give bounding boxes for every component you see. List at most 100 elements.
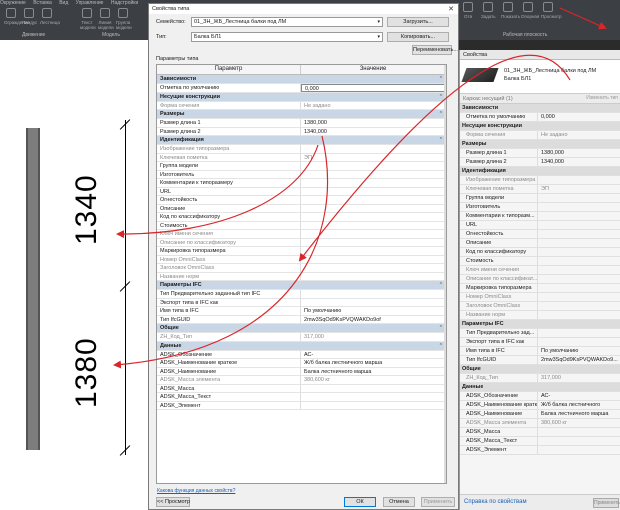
property-value[interactable] [538, 221, 620, 229]
ramp-button[interactable]: Пандус [22, 8, 37, 25]
property-row[interactable]: ADSK_Масса [460, 428, 620, 437]
model-line-button[interactable]: Линия модели [98, 8, 114, 30]
section-header[interactable]: Несущие конструкции ⌃ [157, 92, 446, 102]
property-value[interactable]: По умолчанию [538, 347, 620, 355]
section-header[interactable]: Размеры [460, 140, 620, 149]
property-row[interactable]: Код по классификатору [157, 213, 446, 222]
family-combo[interactable]: 01_ЗН_ЖБ_Лестница балки под ЛМ ▾ [191, 17, 383, 27]
property-value[interactable]: Балка лестничного марша [301, 368, 446, 376]
load-button[interactable]: Загрузить... [387, 17, 449, 27]
property-row[interactable]: ZH_Код_Тип 317,000 [157, 333, 446, 342]
property-value[interactable] [538, 437, 620, 445]
section-header[interactable]: Данные [460, 383, 620, 392]
column-header-parameter[interactable]: Параметр [157, 65, 301, 74]
property-row[interactable]: Форма сечения Не задано [460, 131, 620, 140]
property-row[interactable]: Изображение типоразмера [460, 176, 620, 185]
viewer-button[interactable]: Просмотр [541, 2, 562, 19]
property-row[interactable]: Изготовитель [157, 170, 446, 179]
railing-button[interactable]: Ограждение [4, 8, 30, 25]
property-value[interactable]: АС- [301, 351, 446, 359]
section-header[interactable]: Несущие конструкции [460, 122, 620, 131]
section-header[interactable]: Размеры ⌃ [157, 110, 446, 119]
chevron-up-icon[interactable]: ⌃ [439, 94, 443, 100]
property-row[interactable]: Группа модели [157, 162, 446, 171]
property-row[interactable]: Экспорт типа в IFC как [157, 298, 446, 307]
property-row[interactable]: Маркировка типоразмера [460, 284, 620, 293]
property-row[interactable]: Отметка по умолчанию 0,000 [157, 84, 446, 93]
model-group-button[interactable]: Группа модели [116, 8, 132, 30]
property-row[interactable]: ADSK_Обозначение АС- [157, 350, 446, 359]
chevron-up-icon[interactable]: ⌃ [439, 282, 443, 288]
property-value[interactable] [301, 196, 446, 204]
grid-scrollbar[interactable] [444, 65, 446, 483]
column-header-value[interactable]: Значение [301, 65, 446, 74]
chevron-up-icon[interactable]: ⌃ [439, 343, 443, 349]
property-value[interactable] [538, 446, 620, 454]
property-row[interactable]: ADSK_Наименование Балка лестничного марша [157, 367, 446, 376]
opening-button[interactable]: Отв [461, 2, 475, 19]
property-row[interactable]: URL [157, 187, 446, 196]
ok-button[interactable]: ОК [344, 497, 376, 507]
section-header[interactable]: Данные ⌃ [157, 341, 446, 351]
property-row[interactable]: Изображение типоразмера [157, 145, 446, 154]
property-row[interactable]: ZH_Код_Тип 317,000 [460, 374, 620, 383]
property-row[interactable]: Описание по классификатору [157, 238, 446, 247]
section-header[interactable]: Идентификация [460, 167, 620, 176]
property-row[interactable]: Тип Предварительно заданный тип IFC [157, 290, 446, 299]
chevron-up-icon[interactable]: ⌃ [439, 137, 443, 143]
property-row[interactable]: ADSK_Элемент [460, 446, 620, 455]
property-value[interactable] [301, 393, 446, 401]
section-header[interactable]: Общие ⌃ [157, 324, 446, 333]
set-workplane-button[interactable]: Задать [481, 2, 496, 19]
property-row[interactable]: ADSK_Масса элемента 380,600 кг [460, 419, 620, 428]
property-value[interactable] [301, 179, 446, 187]
property-value[interactable] [538, 248, 620, 256]
property-value[interactable] [538, 257, 620, 265]
property-row[interactable]: Имя типа в IFC По умолчанию [157, 307, 446, 316]
property-row[interactable]: Имя типа в IFC По умолчанию [460, 347, 620, 356]
show-workplane-button[interactable]: Показать [501, 2, 520, 19]
stair-button[interactable]: Лестница [40, 8, 60, 25]
rename-button[interactable]: Переименовать... [412, 45, 458, 55]
property-row[interactable]: Тип IfcGUID 2mw3SqOd9KsPVQWAKDo9... [460, 356, 620, 365]
property-row[interactable]: Комментарии к типоразмеру [157, 179, 446, 188]
property-value[interactable] [538, 212, 620, 220]
property-row[interactable]: ADSK_Масса_Текст [460, 437, 620, 446]
property-row[interactable]: Ключ имени сечения [460, 266, 620, 275]
property-row[interactable]: Размер длина 1 1380,000 [157, 119, 446, 128]
property-row[interactable]: Тип IfcGUID 2mw3SqOd9KsPVQWAKDo9of [157, 315, 446, 324]
property-value[interactable] [301, 205, 446, 213]
property-value[interactable] [538, 428, 620, 436]
property-value[interactable] [538, 203, 620, 211]
cancel-button[interactable]: Отмена [383, 497, 415, 507]
property-row[interactable]: Изготовитель [460, 203, 620, 212]
property-row[interactable]: Номер OmniClass [157, 255, 446, 264]
property-row[interactable]: ADSK_Обозначение АС- [460, 392, 620, 401]
chevron-up-icon[interactable]: ⌃ [439, 325, 443, 331]
property-row[interactable]: Заголовок OmniClass [460, 302, 620, 311]
property-row[interactable]: Размер длина 1 1380,000 [460, 149, 620, 158]
section-header[interactable]: Общие [460, 365, 620, 374]
section-header[interactable]: Идентификация ⌃ [157, 136, 446, 145]
drawing-canvas[interactable]: 1340 1380 [0, 40, 148, 510]
property-value[interactable] [301, 213, 446, 221]
property-value[interactable]: 2mw3SqOd9KsPVQWAKDo9of [301, 316, 446, 324]
property-row[interactable]: Тип Предварительно зад... [460, 329, 620, 338]
property-row[interactable]: Ключ имени сечения [157, 230, 446, 239]
chevron-up-icon[interactable]: ⌃ [439, 76, 443, 82]
ref-plane-button[interactable]: Опорная [521, 2, 539, 19]
chevron-up-icon[interactable]: ⌃ [439, 111, 443, 117]
property-value[interactable]: Ж/б балка лестничного марша [301, 359, 446, 367]
property-value[interactable] [301, 385, 446, 393]
property-row[interactable]: Огнестойкость [460, 230, 620, 239]
property-value[interactable] [301, 162, 446, 170]
property-value[interactable] [538, 239, 620, 247]
properties-apply-button[interactable]: Применить [593, 498, 620, 508]
property-row[interactable]: Ключевая пометка ЭП [460, 185, 620, 194]
copy-button[interactable]: Копировать... [387, 32, 449, 42]
property-row[interactable]: URL [460, 221, 620, 230]
property-row[interactable]: ADSK_Наименование краткое Ж/б балка лестн… [157, 359, 446, 368]
property-row[interactable]: Комментарии к типоразм... [460, 212, 620, 221]
property-row[interactable]: Форма сечения Не задано [157, 101, 446, 110]
property-value[interactable]: Ж/б балка лестничного [538, 401, 620, 409]
